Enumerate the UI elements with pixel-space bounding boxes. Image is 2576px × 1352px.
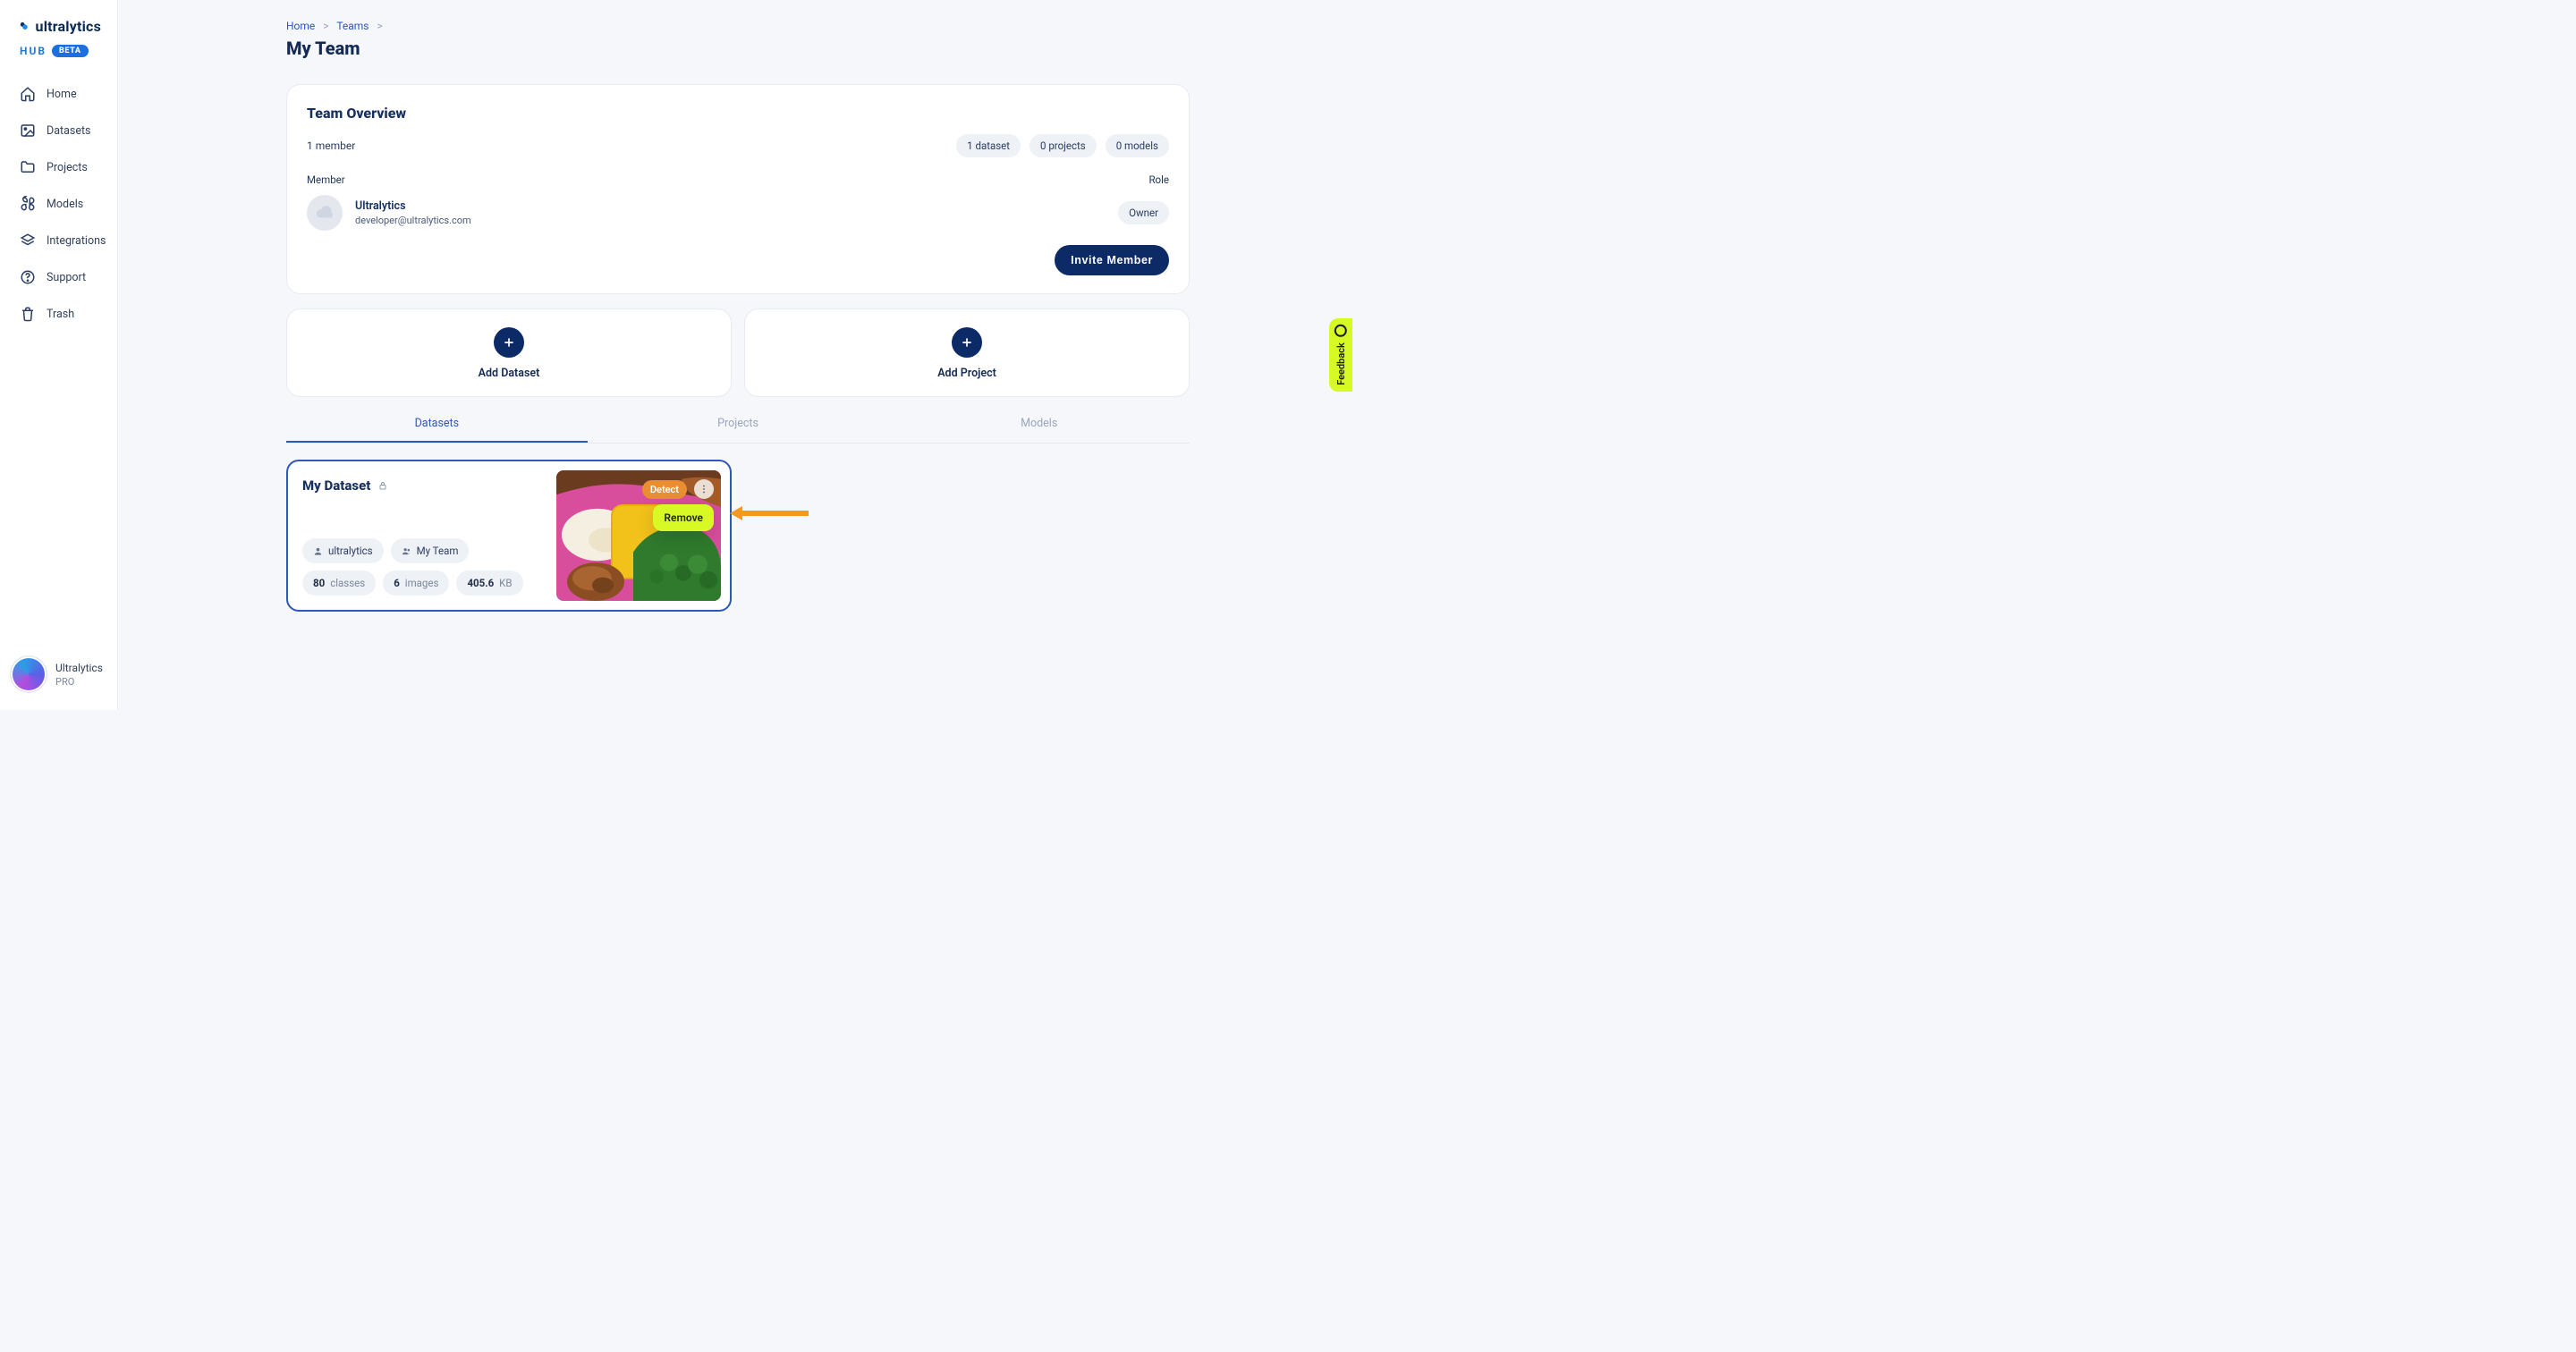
images-count: 6	[394, 577, 400, 589]
nav: Home Datasets Projects Models Integratio…	[0, 77, 117, 331]
owner-label: ultralytics	[328, 545, 373, 557]
team-label: My Team	[417, 545, 459, 557]
team-chip: My Team	[391, 538, 470, 563]
sidebar: ultralytics HUB BETA Home Datasets Proje…	[0, 0, 118, 710]
folder-icon	[20, 159, 36, 175]
breadcrumb-teams[interactable]: Teams	[336, 20, 369, 32]
feedback-label: Feedback	[1335, 342, 1347, 385]
member-count: 1 member	[307, 139, 355, 152]
sidebar-item-datasets[interactable]: Datasets	[0, 114, 117, 148]
dataset-card[interactable]: My Dataset ultralytics My Team	[286, 460, 732, 612]
sidebar-item-label: Projects	[47, 161, 88, 174]
sidebar-item-label: Trash	[47, 308, 74, 321]
overview-heading: Team Overview	[307, 105, 1169, 122]
trash-icon	[20, 306, 36, 322]
command-icon	[20, 196, 36, 212]
person-icon	[313, 546, 323, 556]
add-dataset-card[interactable]: Add Dataset	[286, 308, 732, 397]
classes-count: 80	[313, 577, 325, 589]
smile-icon	[1335, 325, 1347, 337]
sidebar-item-label: Integrations	[47, 234, 106, 248]
card-menu-button[interactable]	[694, 479, 714, 499]
lock-icon	[377, 480, 388, 491]
member-email: developer@ultralytics.com	[355, 215, 471, 226]
sidebar-item-support[interactable]: Support	[0, 260, 117, 294]
brand-name: ultralytics	[36, 18, 101, 35]
user-tier: PRO	[55, 676, 103, 688]
breadcrumb-home[interactable]: Home	[286, 20, 315, 32]
images-label: images	[405, 577, 439, 589]
size-value: 405.6	[467, 577, 494, 589]
page-title: My Team	[286, 38, 1190, 59]
column-role: Role	[1148, 173, 1169, 186]
member-row: Ultralytics developer@ultralytics.com Ow…	[307, 195, 1169, 231]
dataset-thumbnail: Detect Remove	[556, 470, 721, 601]
user-avatar	[11, 656, 47, 692]
sidebar-item-projects[interactable]: Projects	[0, 150, 117, 184]
logo-icon	[20, 16, 29, 36]
people-icon	[402, 546, 411, 556]
user-name: Ultralytics	[55, 662, 103, 674]
stat-models: 0 models	[1106, 134, 1169, 157]
home-icon	[20, 86, 36, 102]
logo[interactable]: ultralytics	[0, 0, 117, 41]
member-avatar	[307, 195, 343, 231]
stat-datasets: 1 dataset	[956, 134, 1021, 157]
kebab-icon	[699, 484, 709, 494]
breadcrumb-sep: >	[323, 20, 328, 32]
breadcrumb: Home > Teams >	[286, 20, 1190, 32]
plus-icon	[494, 327, 524, 358]
add-project-label: Add Project	[937, 367, 996, 380]
sidebar-user[interactable]: Ultralytics PRO	[0, 642, 117, 710]
member-name: Ultralytics	[355, 199, 471, 213]
hub-label: HUB	[20, 45, 47, 57]
sidebar-item-label: Support	[47, 271, 86, 284]
sidebar-item-trash[interactable]: Trash	[0, 297, 117, 331]
images-chip: 6 images	[383, 570, 449, 596]
cloud-icon	[315, 203, 335, 223]
beta-badge: BETA	[52, 45, 89, 57]
member-role: Owner	[1118, 201, 1169, 224]
tab-models[interactable]: Models	[888, 406, 1190, 443]
add-dataset-label: Add Dataset	[479, 367, 540, 380]
hub-badge: HUB BETA	[20, 45, 117, 57]
sidebar-item-label: Datasets	[47, 124, 91, 138]
classes-label: classes	[330, 577, 365, 589]
team-overview-card: Team Overview 1 member 1 dataset 0 proje…	[286, 84, 1190, 294]
main: Home > Teams > My Team Team Overview 1 m…	[118, 0, 1352, 710]
sidebar-item-integrations[interactable]: Integrations	[0, 224, 117, 258]
help-icon	[20, 269, 36, 285]
plus-icon	[952, 327, 982, 358]
breadcrumb-sep: >	[377, 20, 382, 32]
size-unit: KB	[499, 577, 512, 589]
sidebar-item-label: Home	[47, 88, 77, 101]
layers-icon	[20, 232, 36, 249]
sidebar-item-models[interactable]: Models	[0, 187, 117, 221]
detect-tag: Detect	[642, 480, 687, 499]
sidebar-item-label: Models	[47, 198, 83, 211]
tabs: Datasets Projects Models	[286, 406, 1190, 444]
dataset-title: My Dataset	[302, 477, 370, 494]
annotation-arrow	[730, 506, 809, 520]
sidebar-item-home[interactable]: Home	[0, 77, 117, 111]
tab-datasets[interactable]: Datasets	[286, 406, 588, 443]
size-chip: 405.6 KB	[456, 570, 522, 596]
stat-projects: 0 projects	[1030, 134, 1097, 157]
invite-member-button[interactable]: Invite Member	[1055, 245, 1169, 275]
classes-chip: 80 classes	[302, 570, 376, 596]
feedback-tab[interactable]: Feedback	[1329, 318, 1352, 392]
menu-item-remove[interactable]: Remove	[653, 504, 714, 531]
image-icon	[20, 123, 36, 139]
column-member: Member	[307, 173, 345, 186]
tab-projects[interactable]: Projects	[588, 406, 889, 443]
owner-chip: ultralytics	[302, 538, 384, 563]
add-project-card[interactable]: Add Project	[744, 308, 1190, 397]
